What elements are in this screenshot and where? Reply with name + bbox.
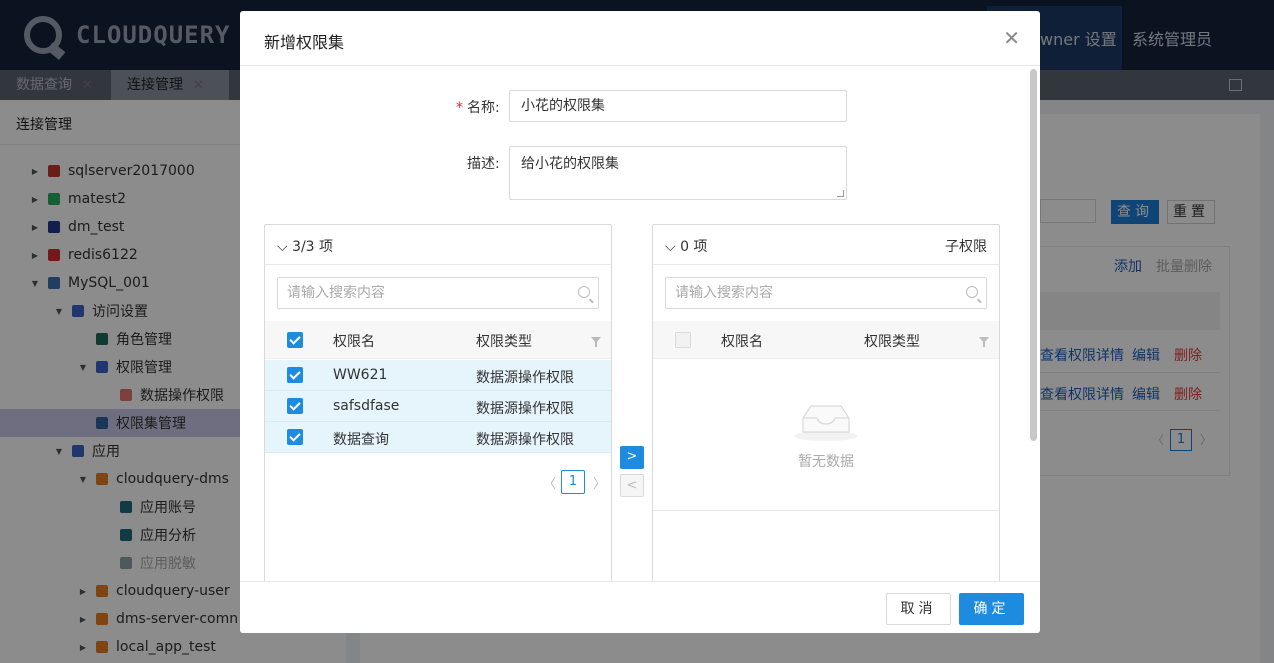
target-search-input[interactable]: 请输入搜索内容: [665, 277, 987, 309]
search-icon: [966, 286, 978, 298]
target-table-header: 权限名 权限类型: [653, 321, 999, 359]
name-label: * 名称:: [456, 97, 500, 117]
permission-name: safsdfase: [333, 398, 400, 414]
search-icon: [578, 286, 590, 298]
empty-inbox-icon: [794, 405, 858, 441]
row-checkbox[interactable]: [287, 367, 303, 383]
divider: [653, 510, 999, 511]
dialog-footer: 取消 确定: [240, 581, 1040, 633]
chevron-down-icon: ⌵: [665, 239, 681, 255]
next-page-icon[interactable]: 〉: [593, 473, 606, 492]
confirm-button[interactable]: 确定: [959, 593, 1024, 625]
col-permission-name: 权限名: [333, 334, 375, 350]
dialog-scrollbar[interactable]: [1030, 69, 1037, 441]
close-icon[interactable]: ✕: [1003, 26, 1020, 50]
chevron-down-icon: ⌵: [277, 239, 293, 255]
row-checkbox[interactable]: [287, 398, 303, 414]
target-list-panel: ⌵ 0 项 子权限 请输入搜索内容 权限名 权限类型 暂无数据: [652, 224, 1000, 584]
source-search-input[interactable]: 请输入搜索内容: [277, 277, 599, 309]
source-table-header: 权限名 权限类型: [265, 321, 611, 359]
description-text: 给小花的权限集: [521, 156, 619, 172]
new-permission-set-dialog: 新增权限集 ✕ * 名称: 小花的权限集 描述: 给小花的权限集 ⌵ 3/3 项 …: [240, 11, 1040, 633]
target-panel-header: ⌵ 0 项 子权限: [653, 225, 999, 265]
source-count-text: 3/3 项: [292, 239, 334, 255]
row-checkbox[interactable]: [287, 429, 303, 445]
name-label-text: 名称:: [467, 100, 500, 116]
empty-text: 暂无数据: [798, 454, 854, 470]
source-panel-header: ⌵ 3/3 项: [265, 225, 611, 265]
target-title: 子权限: [945, 239, 987, 255]
desc-label: 描述:: [467, 156, 500, 172]
move-right-button[interactable]: >: [620, 446, 644, 469]
select-all-checkbox[interactable]: [675, 332, 691, 348]
search-placeholder: 请输入搜索内容: [675, 285, 773, 301]
source-count[interactable]: ⌵ 3/3 项: [277, 236, 333, 256]
required-mark: *: [456, 100, 463, 116]
permission-type: 数据源操作权限: [476, 370, 574, 386]
dialog-header: 新增权限集 ✕: [240, 11, 1040, 66]
permission-type: 数据源操作权限: [476, 432, 574, 448]
permission-name: WW621: [333, 367, 388, 383]
target-count-text: 0 项: [680, 239, 708, 255]
filter-icon[interactable]: [979, 337, 989, 347]
source-list-panel: ⌵ 3/3 项 请输入搜索内容 权限名 权限类型 WW621 数据源操作权限 s…: [264, 224, 612, 584]
permission-name: 数据查询: [333, 432, 389, 448]
filter-icon[interactable]: [591, 337, 601, 347]
name-input[interactable]: 小花的权限集: [509, 90, 847, 122]
cancel-button[interactable]: 取消: [886, 593, 951, 625]
prev-page-icon[interactable]: 〈: [543, 473, 556, 492]
target-count[interactable]: ⌵ 0 项: [665, 236, 707, 256]
dialog-title: 新增权限集: [264, 33, 345, 52]
col-permission-type: 权限类型: [476, 334, 532, 350]
permission-type: 数据源操作权限: [476, 401, 574, 417]
select-all-checkbox[interactable]: [287, 332, 303, 348]
table-row[interactable]: 数据查询 数据源操作权限: [265, 422, 611, 453]
col-permission-type: 权限类型: [864, 334, 920, 350]
table-row[interactable]: safsdfase 数据源操作权限: [265, 391, 611, 422]
page-number[interactable]: 1: [561, 470, 585, 494]
col-permission-name: 权限名: [721, 334, 763, 350]
move-left-button[interactable]: <: [620, 474, 644, 497]
search-placeholder: 请输入搜索内容: [287, 285, 385, 301]
table-row[interactable]: WW621 数据源操作权限: [265, 360, 611, 391]
description-textarea[interactable]: 给小花的权限集: [509, 146, 847, 200]
